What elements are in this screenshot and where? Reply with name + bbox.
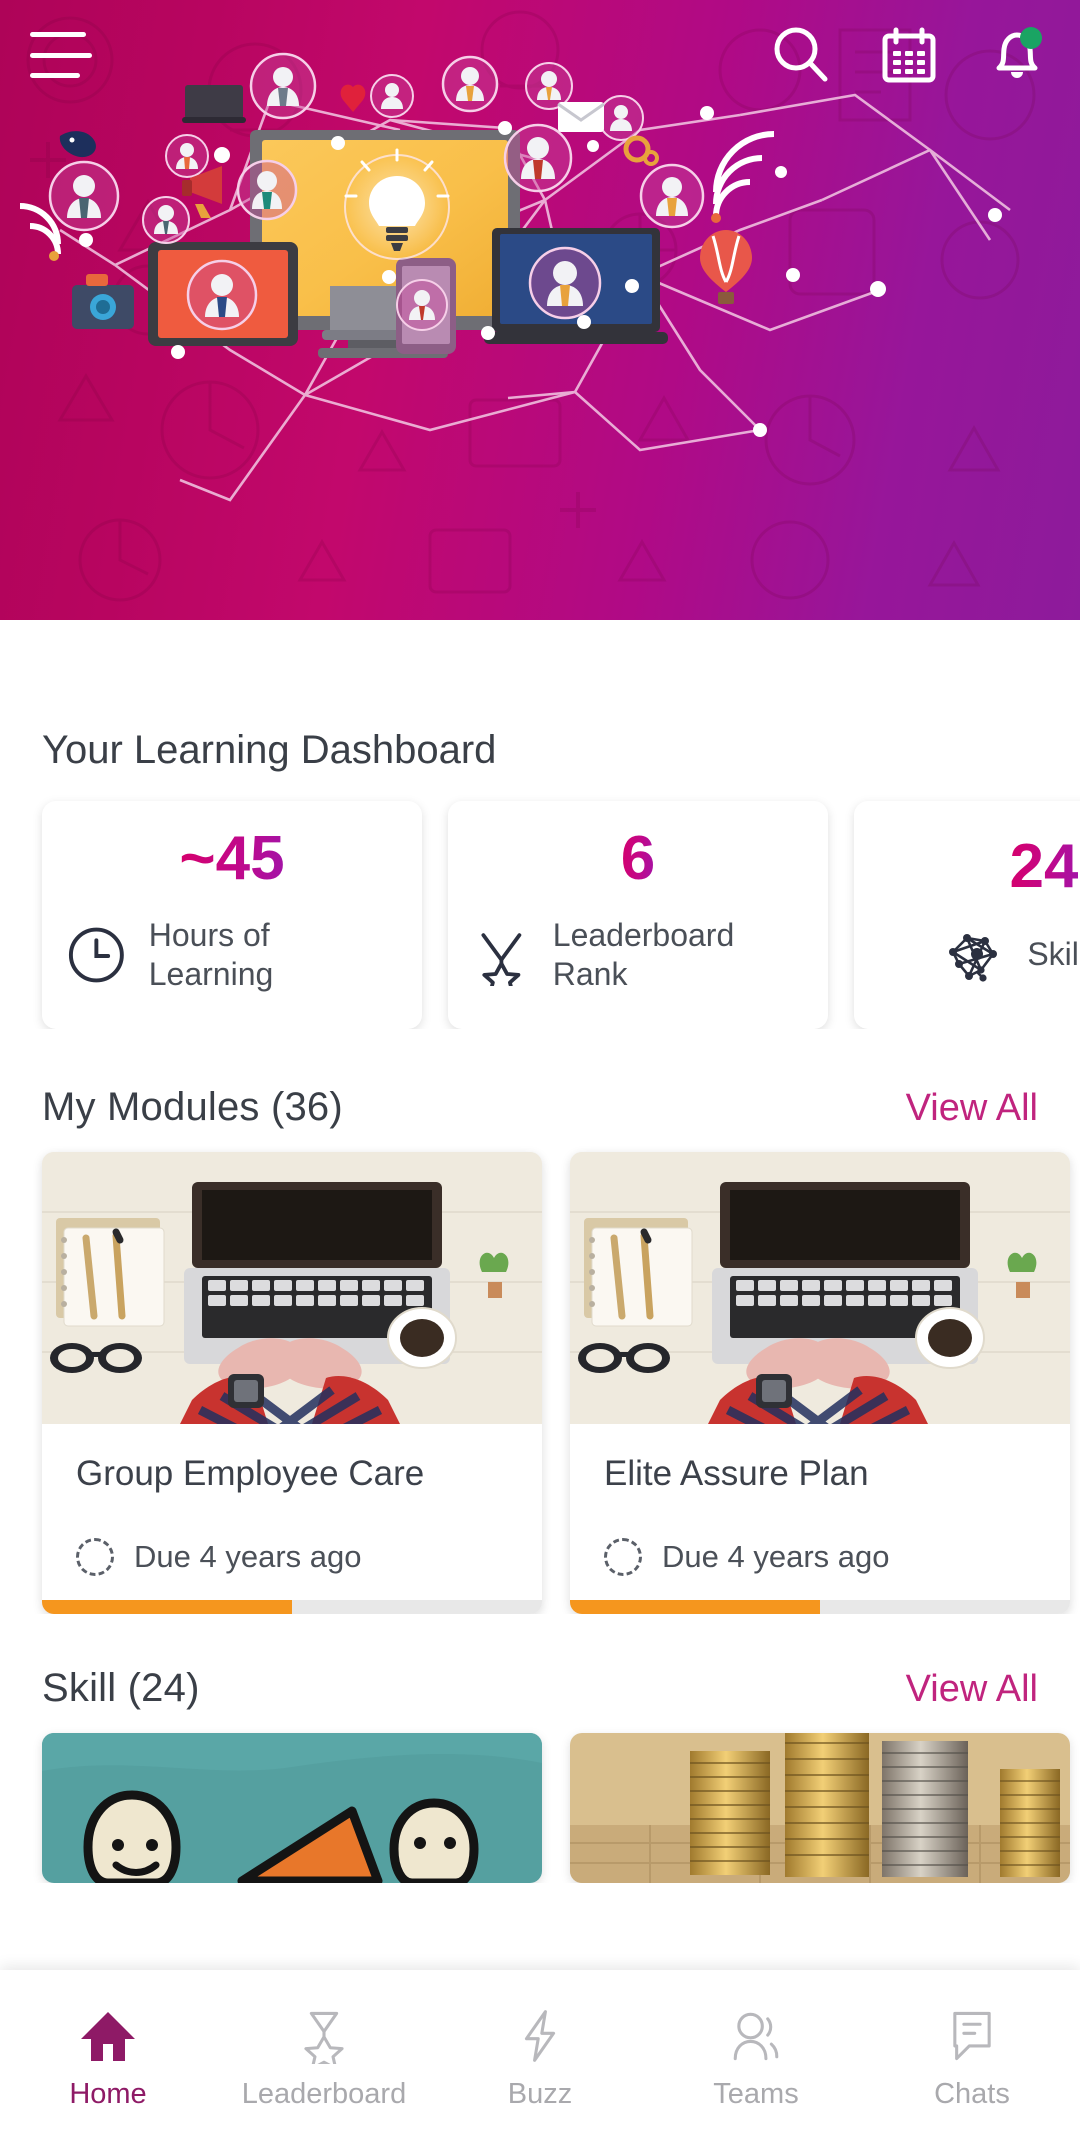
dashboard-stats-rail[interactable]: ~45 Hours of Learning 6 Leaderboard Rank [0, 773, 1080, 1029]
nav-label: Leaderboard [241, 2077, 407, 2110]
progress-ring-icon [76, 1538, 114, 1576]
module-progress-track [570, 1600, 1070, 1614]
module-due-text: Due 4 years ago [134, 1539, 362, 1574]
stat-value: ~45 [179, 823, 285, 893]
skills-section-header: Skill (24) View All [0, 1666, 1080, 1711]
hamburger-menu-icon[interactable] [30, 32, 92, 78]
skills-title: Skill (24) [42, 1666, 200, 1710]
module-progress-fill [570, 1600, 820, 1614]
stat-value: 24 [1009, 832, 1079, 901]
modules-view-all-link[interactable]: View All [906, 1087, 1038, 1130]
skill-thumbnail [570, 1733, 1070, 1883]
nav-label: Chats [934, 2077, 1010, 2110]
notification-badge [1020, 27, 1042, 49]
nav-label: Teams [713, 2077, 799, 2110]
people-icon [733, 2012, 779, 2060]
hero-banner [0, 0, 1080, 620]
module-due-text: Due 4 years ago [662, 1539, 890, 1574]
header-actions [770, 24, 1048, 86]
nav-item-chats[interactable]: Chats [864, 2008, 1080, 2111]
stat-label: Leaderboard Rank [552, 916, 735, 992]
stat-card-hours[interactable]: ~45 Hours of Learning [42, 801, 422, 1029]
module-name: Group Employee Care [76, 1454, 425, 1493]
app-header [0, 0, 1080, 110]
module-body: Group Employee Care Due 4 years ago [42, 1424, 542, 1600]
medal-icon [304, 2011, 344, 2064]
module-progress-fill [42, 1600, 292, 1614]
module-thumbnail [570, 1152, 1070, 1424]
modules-rail[interactable]: Group Employee Care Due 4 years ago Elit… [0, 1130, 1080, 1614]
nav-item-buzz[interactable]: Buzz [432, 2008, 648, 2111]
modules-section-header: My Modules (36) View All [0, 1085, 1080, 1130]
search-icon[interactable] [770, 24, 832, 86]
stat-card-skills[interactable]: 24 Skill Enr [854, 801, 1080, 1029]
bottom-navigation: Home Leaderboard Buzz Teams Chats [0, 1970, 1080, 2148]
skill-card[interactable] [42, 1733, 542, 1883]
calendar-icon[interactable] [878, 24, 940, 86]
nav-item-teams[interactable]: Teams [648, 2008, 864, 2111]
medal-icon [481, 933, 522, 986]
nav-item-leaderboard[interactable]: Leaderboard [216, 2008, 432, 2111]
progress-ring-icon [604, 1538, 642, 1576]
module-card[interactable]: Group Employee Care Due 4 years ago [42, 1152, 542, 1614]
bell-icon[interactable] [986, 24, 1048, 86]
dashboard-title: Your Learning Dashboard [42, 728, 497, 772]
lightning-bolt-icon [524, 2009, 556, 2062]
network-graph-icon [949, 934, 998, 982]
module-card[interactable]: Elite Assure Plan Due 4 years ago [570, 1152, 1070, 1614]
stat-value: 6 [620, 823, 656, 893]
module-due-row: Due 4 years ago [76, 1538, 508, 1576]
module-thumbnail [42, 1152, 542, 1424]
skill-card[interactable] [570, 1733, 1070, 1883]
nav-label: Home [69, 2077, 147, 2110]
module-name: Elite Assure Plan [604, 1454, 869, 1493]
clock-icon [68, 927, 124, 983]
stat-label: Skill Enr [1027, 936, 1080, 973]
nav-item-home[interactable]: Home [0, 2008, 216, 2111]
modules-title: My Modules (36) [42, 1085, 343, 1129]
main-content: Your Learning Dashboard ~45 Hours of Lea… [0, 620, 1080, 1883]
nav-label: Buzz [507, 2077, 573, 2110]
home-icon [81, 2011, 135, 2061]
skill-thumbnail [42, 1733, 542, 1883]
stat-label: Hours of Learning [148, 916, 274, 992]
skills-view-all-link[interactable]: View All [906, 1668, 1038, 1711]
stat-card-leaderboard[interactable]: 6 Leaderboard Rank [448, 801, 828, 1029]
module-progress-track [42, 1600, 542, 1614]
module-due-row: Due 4 years ago [604, 1538, 1036, 1576]
chat-bubble-icon [953, 2011, 991, 2060]
skills-rail[interactable] [0, 1711, 1080, 1883]
module-body: Elite Assure Plan Due 4 years ago [570, 1424, 1070, 1600]
